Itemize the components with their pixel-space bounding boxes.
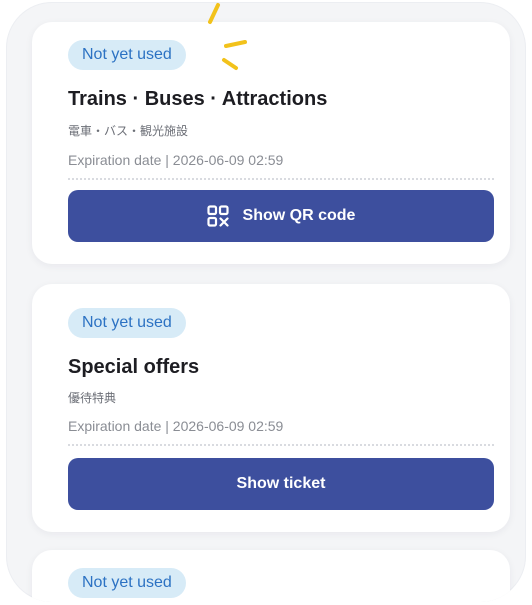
ticket-card-trains: Not yet used Trains · Buses · Attraction… <box>32 22 510 264</box>
expiration-date: Expiration date | 2026-06-09 02:59 <box>68 152 284 168</box>
ticket-list-panel: Not yet used Trains · Buses · Attraction… <box>6 2 526 602</box>
ticket-title: Special offers <box>68 356 200 378</box>
ticket-subtitle: 優待特典 <box>68 391 117 405</box>
show-qr-code-button[interactable]: Show QR code <box>68 190 494 242</box>
dotted-divider <box>68 444 494 446</box>
ticket-title: Trains · Buses · Attractions <box>68 88 328 110</box>
show-ticket-button[interactable]: Show ticket <box>68 458 494 510</box>
ticket-card-partial: Not yet used <box>32 550 510 602</box>
status-badge: Not yet used <box>68 568 186 598</box>
dotted-divider <box>68 178 494 180</box>
ticket-subtitle: 電車・バス・観光施設 <box>68 124 189 138</box>
expiration-date: Expiration date | 2026-06-09 02:59 <box>68 418 284 434</box>
ticket-card-special-offers: Not yet used Special offers 優待特典 Expirat… <box>32 284 510 532</box>
status-badge: Not yet used <box>68 308 186 338</box>
show-qr-code-label: Show QR code <box>242 207 356 224</box>
sparkle-icon <box>208 3 247 70</box>
qr-code-icon <box>206 205 229 227</box>
status-badge: Not yet used <box>68 40 186 70</box>
show-ticket-label: Show ticket <box>236 475 326 492</box>
